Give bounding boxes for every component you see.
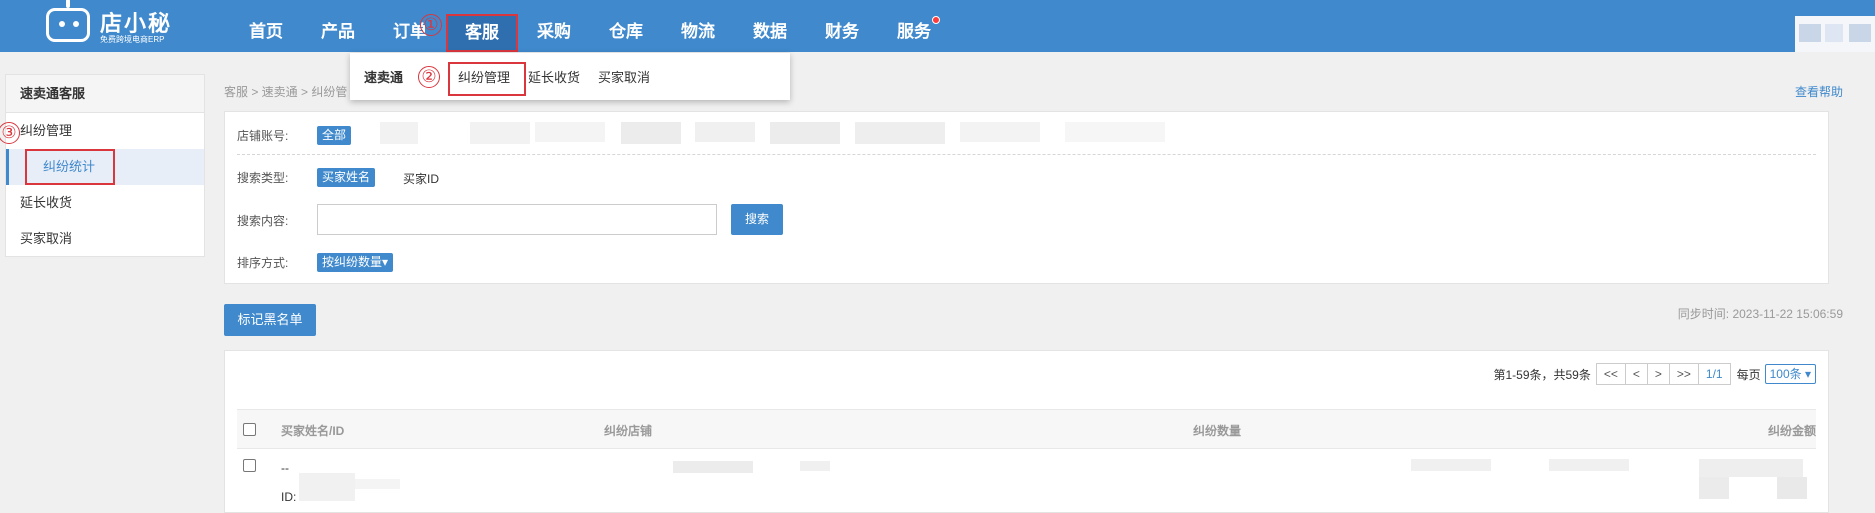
- nav-data[interactable]: 数据: [734, 0, 806, 52]
- sidebar-item-extend-receipt[interactable]: 延长收货: [6, 185, 204, 221]
- header-count: 纠纷数量: [1193, 424, 1242, 438]
- search-input[interactable]: [317, 204, 717, 235]
- breadcrumb: 客服 > 速卖通 > 纠纷管: [224, 85, 348, 99]
- dropdown-header-aliexpress[interactable]: 速卖通: [364, 67, 403, 86]
- search-type-label: 搜索类型:: [237, 171, 289, 185]
- brand-tagline: 免费跨境电商ERP: [100, 35, 165, 44]
- header-amount: 纠纷金额: [1767, 424, 1816, 438]
- header-store: 纠纷店铺: [604, 424, 653, 438]
- dropdown-item-buyer-cancel[interactable]: 买家取消: [598, 67, 650, 86]
- sort-dropdown[interactable]: 按纠纷数量▾: [317, 253, 394, 272]
- mark-blacklist-button[interactable]: 标记黑名单: [224, 304, 316, 336]
- filter-panel: 店铺账号: 全部 搜索类型: 买家姓名 买家ID 搜索内容: 搜索 排序方式: …: [224, 111, 1829, 284]
- sync-time: 同步时间: 2023-11-22 15:06:59: [1677, 307, 1843, 321]
- nav-finance[interactable]: 财务: [806, 0, 878, 52]
- nav-purchasing[interactable]: 采购: [518, 0, 590, 52]
- step-marker-1: ①: [420, 14, 442, 36]
- pagination: 第1-59条，共59条 << < > >> 1/1 每页 100条 ▾: [1493, 363, 1816, 385]
- user-avatar[interactable]: [1795, 16, 1875, 52]
- sort-label: 排序方式:: [237, 256, 289, 270]
- prev-page-button[interactable]: <: [1624, 363, 1648, 385]
- help-link[interactable]: 查看帮助: [1795, 83, 1843, 100]
- sidebar-item-buyer-cancel[interactable]: 买家取消: [6, 221, 204, 257]
- search-type-buyer-id[interactable]: 买家ID: [403, 170, 439, 187]
- nav-products[interactable]: 产品: [302, 0, 374, 52]
- per-page-select[interactable]: 100条 ▾: [1764, 364, 1816, 384]
- customer-service-dropdown: 速卖通 ② 纠纷管理 延长收货 买家取消: [350, 53, 790, 100]
- sidebar-item-dispute-statistics-label: 纠纷统计: [25, 149, 115, 185]
- header-buyer: 买家姓名/ID: [281, 424, 345, 438]
- nav-logistics[interactable]: 物流: [662, 0, 734, 52]
- divider: [237, 154, 1816, 155]
- buyer-id-label: ID:: [281, 490, 297, 504]
- sidebar-item-dispute-management[interactable]: 纠纷管理: [6, 113, 204, 149]
- main-nav: 首页 产品 订单 客服 采购 仓库 物流 数据 财务 服务: [230, 0, 950, 52]
- next-page-button[interactable]: >: [1646, 363, 1670, 385]
- nav-services-label: 服务: [897, 22, 931, 41]
- table-header: 买家姓名/ID 纠纷店铺 纠纷数量 纠纷金额: [237, 409, 1816, 449]
- notification-dot-icon: [932, 16, 940, 24]
- nav-home[interactable]: 首页: [230, 0, 302, 52]
- per-page-label: 每页: [1736, 367, 1761, 382]
- sidebar-item-dispute-statistics[interactable]: 纠纷统计: [6, 149, 204, 185]
- nav-services[interactable]: 服务: [878, 0, 950, 52]
- search-type-buyer-name[interactable]: 买家姓名: [317, 168, 376, 187]
- sidebar-title: 速卖通客服: [6, 75, 204, 113]
- pagination-summary: 第1-59条，共59条: [1493, 367, 1591, 382]
- search-content-label: 搜索内容:: [237, 214, 289, 228]
- results-table-panel: 第1-59条，共59条 << < > >> 1/1 每页 100条 ▾ 买家姓名…: [224, 350, 1829, 513]
- robot-logo-icon: [46, 0, 90, 42]
- top-navigation-bar: 店小秘 免费跨境电商ERP 首页 产品 订单 客服 采购 仓库 物流 数据 财务…: [0, 0, 1875, 52]
- select-all-checkbox[interactable]: [243, 423, 256, 436]
- nav-warehouse[interactable]: 仓库: [590, 0, 662, 52]
- row-checkbox[interactable]: [243, 459, 256, 472]
- first-page-button[interactable]: <<: [1595, 363, 1626, 385]
- search-button[interactable]: 搜索: [731, 204, 783, 235]
- nav-customer-service[interactable]: 客服: [446, 14, 518, 52]
- store-all-tag[interactable]: 全部: [317, 126, 352, 145]
- last-page-button[interactable]: >>: [1668, 363, 1699, 385]
- dropdown-item-dispute-management[interactable]: 纠纷管理: [458, 67, 510, 86]
- buyer-name: --: [281, 461, 289, 475]
- step-marker-2: ②: [418, 66, 440, 88]
- dropdown-item-extend-receipt[interactable]: 延长收货: [528, 67, 580, 86]
- sidebar: 速卖通客服 纠纷管理 纠纷统计 延长收货 买家取消: [5, 74, 205, 257]
- store-account-label: 店铺账号:: [237, 129, 289, 143]
- current-page[interactable]: 1/1: [1697, 363, 1731, 385]
- brand-logo[interactable]: 店小秘 免费跨境电商ERP: [46, 0, 176, 48]
